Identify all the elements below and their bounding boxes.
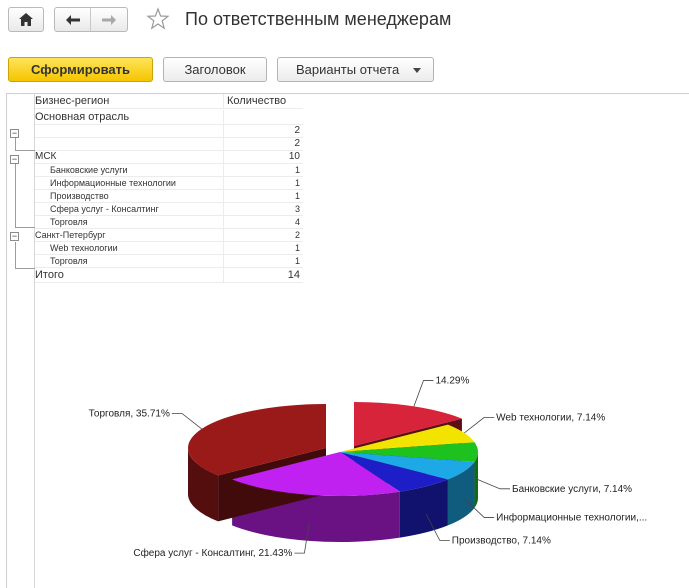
pie-data-label: Производство, 7.14% xyxy=(452,535,551,546)
pie-leader-line xyxy=(413,380,434,407)
pie-data-label: Информационные технологии,... xyxy=(496,511,647,523)
pie-data-label: Торговля, 35.71% xyxy=(89,408,170,419)
pie-chart: 14.29% Web технологии, 7.14% Банковские ус… xyxy=(89,376,648,560)
pie-data-label: 14.29% xyxy=(435,376,469,387)
pie-leader-line xyxy=(464,416,495,434)
pie-data-label: Web технологии, 7.14% xyxy=(496,412,605,423)
pie-data-label: Сфера услуг - Консалтинг, 21.43% xyxy=(133,547,292,559)
pie-leader-line xyxy=(477,479,510,490)
pie-leader-line xyxy=(171,412,202,430)
pie-data-label: Банковские услуги, 7.14% xyxy=(512,484,632,495)
